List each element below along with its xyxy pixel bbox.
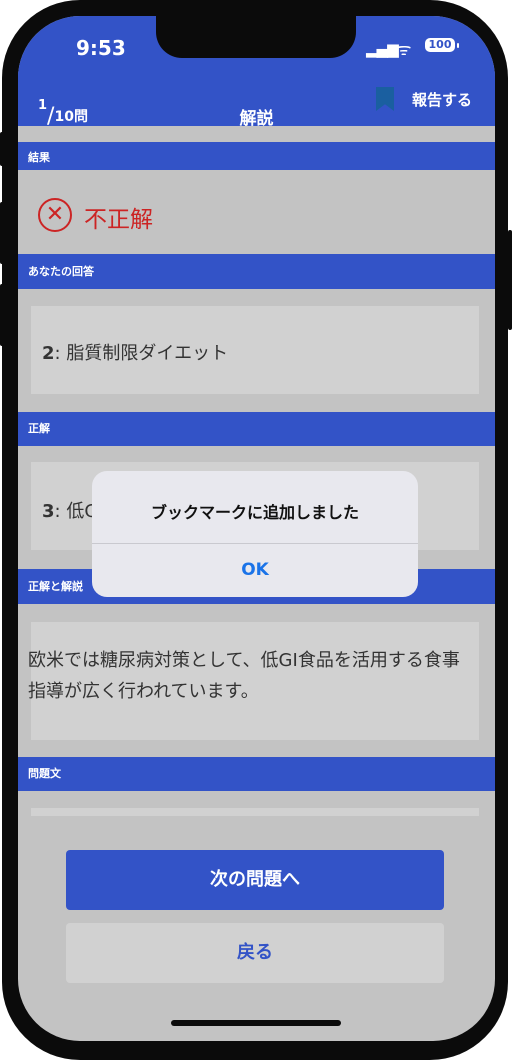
phone-frame: 9:53 ▂▄▆ ᯤ 100 1/10問 解説 報告する 結果 ✕ 不正解 あな… <box>0 0 512 1062</box>
correct-answer-text: 3: 低G <box>42 497 98 523</box>
signal-icon: ▂▄▆ <box>366 40 399 58</box>
alert-title: ブックマークに追加しました <box>150 503 359 522</box>
battery-tip <box>457 43 459 48</box>
volume-up-button <box>0 202 4 264</box>
back-button[interactable]: 戻る <box>66 923 444 983</box>
section-question: 問題文 <box>18 757 495 791</box>
volume-down-button <box>0 284 4 346</box>
notch <box>156 16 356 58</box>
correct-answer-number: 3 <box>42 501 55 522</box>
your-answer-label: : 脂質制限ダイエット <box>54 343 229 364</box>
cross-circle-icon: ✕ <box>38 198 72 232</box>
section-your-answer: あなたの回答 <box>18 254 495 289</box>
power-button <box>508 230 512 330</box>
result-text: 不正解 <box>84 207 153 233</box>
wifi-icon: ᯤ <box>396 40 412 60</box>
bookmark-alert: ブックマークに追加しました OK <box>92 471 418 597</box>
next-question-button[interactable]: 次の問題へ <box>66 850 444 910</box>
question-card <box>31 808 479 816</box>
section-result: 結果 <box>18 142 495 170</box>
your-answer-text: 2: 脂質制限ダイエット <box>42 339 228 365</box>
home-indicator[interactable] <box>171 1020 341 1026</box>
your-answer-number: 2 <box>42 343 55 364</box>
alert-ok-button[interactable]: OK <box>92 543 418 597</box>
your-answer-card: 2: 脂質制限ダイエット <box>31 306 479 394</box>
battery-icon: 100 <box>425 38 455 52</box>
screen: 9:53 ▂▄▆ ᯤ 100 1/10問 解説 報告する 結果 ✕ 不正解 あな… <box>18 16 495 1041</box>
section-correct: 正解 <box>18 412 495 446</box>
explanation-text: 欧米では糖尿病対策として、低GI食品を活用する食事指導が広く行われています。 <box>28 650 460 702</box>
status-time: 9:53 <box>76 36 126 60</box>
silent-switch <box>0 132 4 166</box>
report-button[interactable]: 報告する <box>412 89 472 110</box>
